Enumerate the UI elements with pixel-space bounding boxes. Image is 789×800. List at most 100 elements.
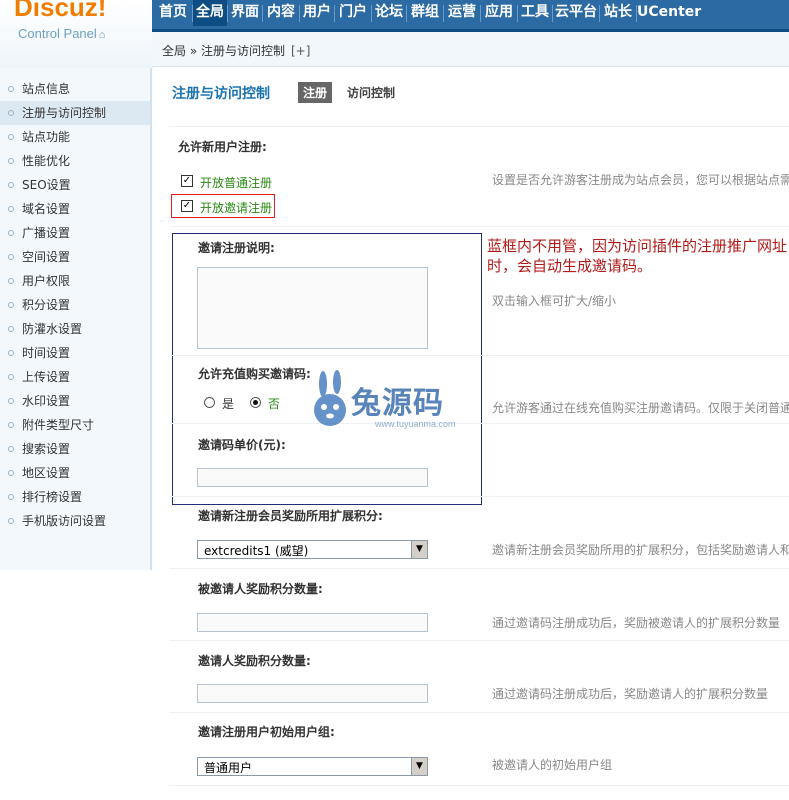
divider bbox=[170, 496, 789, 497]
bullet-icon bbox=[8, 302, 14, 308]
chevron-down-icon[interactable]: ▼ bbox=[411, 541, 427, 558]
divider bbox=[170, 126, 789, 127]
init-group-tip: 被邀请人的初始用户组 bbox=[492, 758, 613, 772]
nav-item-5[interactable]: 门户 bbox=[335, 2, 371, 23]
bullet-icon bbox=[8, 374, 14, 380]
sidebar-item-11[interactable]: 时间设置 bbox=[0, 341, 150, 365]
buy-invite-no-radio[interactable] bbox=[250, 397, 261, 408]
sidebar-item-14[interactable]: 附件类型尺寸 bbox=[0, 413, 150, 437]
sidebar-item-10[interactable]: 防灌水设置 bbox=[0, 317, 150, 341]
open-invite-checkbox[interactable]: ✓ bbox=[181, 200, 193, 212]
watermark-brand: 兔源码 bbox=[351, 386, 444, 421]
sidebar-item-13[interactable]: 水印设置 bbox=[0, 389, 150, 413]
sidebar-item-16[interactable]: 地区设置 bbox=[0, 461, 150, 485]
nav-item-2[interactable]: 界面 bbox=[228, 2, 262, 23]
main-content: 注册与访问控制 注册 访问控制 允许新用户注册: ✓ 开放普通注册 设置是否允许… bbox=[152, 68, 789, 800]
home-icon: ⌂ bbox=[98, 29, 106, 41]
add-shortcut-button[interactable]: [+] bbox=[291, 44, 310, 58]
open-normal-label[interactable]: 开放普通注册 bbox=[200, 174, 272, 191]
annotation-note: 蓝框内不用管，因为访问插件的注册推广网址时，会自动生成邀请码。 bbox=[487, 237, 788, 275]
sidebar-item-9[interactable]: 积分设置 bbox=[0, 293, 150, 317]
sidebar-item-5[interactable]: 域名设置 bbox=[0, 197, 150, 221]
sidebar-item-6[interactable]: 广播设置 bbox=[0, 221, 150, 245]
nav-item-0[interactable]: 首页 bbox=[154, 2, 192, 23]
reward-ext-label: 邀请新注册会员奖励所用扩展积分: bbox=[198, 509, 383, 523]
divider bbox=[170, 712, 789, 713]
sidebar-item-1[interactable]: 注册与访问控制 bbox=[0, 101, 150, 125]
tab-register[interactable]: 注册 bbox=[298, 82, 333, 103]
sidebar-item-label: 用户权限 bbox=[22, 274, 71, 288]
sidebar-item-label: 排行榜设置 bbox=[22, 490, 83, 504]
invite-desc-label: 邀请注册说明: bbox=[198, 241, 275, 255]
sidebar-item-label: 上传设置 bbox=[22, 370, 71, 384]
inviter-reward-input[interactable] bbox=[197, 684, 428, 703]
bullet-icon bbox=[8, 422, 14, 428]
sidebar-item-label: 空间设置 bbox=[22, 250, 71, 264]
sidebar-item-label: 广播设置 bbox=[22, 226, 71, 240]
sidebar-item-2[interactable]: 站点功能 bbox=[0, 125, 150, 149]
nav-item-12[interactable]: 站长 bbox=[600, 2, 636, 23]
sidebar-item-18[interactable]: 手机版访问设置 bbox=[0, 509, 150, 533]
divider bbox=[170, 226, 789, 227]
nav-item-8[interactable]: 运营 bbox=[444, 2, 480, 23]
nav-item-3[interactable]: 内容 bbox=[263, 2, 299, 23]
sidebar-item-8[interactable]: 用户权限 bbox=[0, 269, 150, 293]
reward-ext-select[interactable]: extcredits1 (威望) ▼ bbox=[197, 540, 428, 559]
sidebar-item-label: 性能优化 bbox=[22, 154, 71, 168]
invite-desc-textarea[interactable] bbox=[197, 267, 428, 349]
bullet-icon bbox=[8, 326, 14, 332]
nav-item-13[interactable]: UCenter bbox=[637, 2, 701, 23]
tab-access-control[interactable]: 访问控制 bbox=[347, 84, 395, 101]
nav-item-1[interactable]: 全局 bbox=[193, 0, 227, 26]
nav-item-9[interactable]: 应用 bbox=[481, 2, 517, 23]
nav-item-11[interactable]: 云平台 bbox=[553, 2, 599, 23]
sidebar-item-label: 防灌水设置 bbox=[22, 322, 83, 336]
open-invite-label[interactable]: 开放邀请注册 bbox=[200, 199, 272, 216]
watermark-url: www.tuyuanma.com bbox=[375, 419, 456, 429]
page-title: 注册与访问控制 bbox=[172, 86, 270, 102]
sidebar-item-label: SEO设置 bbox=[22, 178, 71, 192]
init-group-select[interactable]: 普通用户 ▼ bbox=[197, 757, 428, 776]
invitee-reward-input[interactable] bbox=[197, 613, 428, 632]
buy-invite-yes-label[interactable]: 是 bbox=[222, 395, 234, 412]
bullet-icon bbox=[8, 398, 14, 404]
sidebar-item-3[interactable]: 性能优化 bbox=[0, 149, 150, 173]
init-group-label: 邀请注册用户初始用户组: bbox=[198, 725, 335, 739]
bullet-icon bbox=[8, 254, 14, 260]
sidebar-item-12[interactable]: 上传设置 bbox=[0, 365, 150, 389]
bullet-icon bbox=[8, 230, 14, 236]
bullet-icon bbox=[8, 134, 14, 140]
sidebar-list: 站点信息注册与访问控制站点功能性能优化 SEO设置域名设置广播设置空间设置用户权限… bbox=[0, 77, 150, 533]
nav-item-6[interactable]: 论坛 bbox=[372, 2, 406, 23]
buy-invite-no-label[interactable]: 否 bbox=[268, 395, 280, 412]
invite-price-input[interactable] bbox=[197, 468, 428, 487]
bullet-icon bbox=[8, 86, 14, 92]
breadcrumb-text: 全局 » 注册与访问控制 [+] bbox=[162, 42, 310, 59]
rabbit-icon bbox=[314, 370, 346, 426]
logo[interactable]: Discuz! Control Panel ⌂ bbox=[0, 0, 153, 68]
sidebar-item-0[interactable]: 站点信息 bbox=[0, 77, 150, 101]
buy-invite-yes-radio[interactable] bbox=[204, 397, 215, 408]
inviter-reward-tip: 通过邀请码注册成功后，奖励邀请人的扩展积分数量 bbox=[492, 687, 769, 701]
sidebar-item-label: 注册与访问控制 bbox=[22, 106, 107, 120]
open-normal-checkbox[interactable]: ✓ bbox=[181, 175, 193, 187]
divider bbox=[170, 785, 789, 786]
chevron-down-icon[interactable]: ▼ bbox=[411, 758, 427, 775]
sidebar-item-17[interactable]: 排行榜设置 bbox=[0, 485, 150, 509]
bullet-icon bbox=[8, 182, 14, 188]
breadcrumb: 全局 » 注册与访问控制 [+] bbox=[152, 32, 789, 67]
nav-item-10[interactable]: 工具 bbox=[518, 2, 552, 23]
sidebar-item-label: 地区设置 bbox=[22, 466, 71, 480]
nav-item-7[interactable]: 群组 bbox=[407, 2, 443, 23]
sidebar-item-label: 积分设置 bbox=[22, 298, 71, 312]
inviter-reward-label: 邀请人奖励积分数量: bbox=[198, 654, 311, 668]
sidebar-item-label: 域名设置 bbox=[22, 202, 71, 216]
sidebar-item-7[interactable]: 空间设置 bbox=[0, 245, 150, 269]
sidebar-item-label: 搜索设置 bbox=[22, 442, 71, 456]
sidebar-item-4[interactable]: SEO设置 bbox=[0, 173, 150, 197]
textarea-tip: 双击输入框可扩大/缩小 bbox=[492, 294, 617, 308]
invite-price-label: 邀请码单价(元): bbox=[198, 438, 286, 452]
nav-item-4[interactable]: 用户 bbox=[300, 2, 334, 23]
reward-ext-tip: 邀请新注册会员奖励所用的扩展积分，包括奖励邀请人和 bbox=[492, 543, 789, 557]
sidebar-item-15[interactable]: 搜索设置 bbox=[0, 437, 150, 461]
